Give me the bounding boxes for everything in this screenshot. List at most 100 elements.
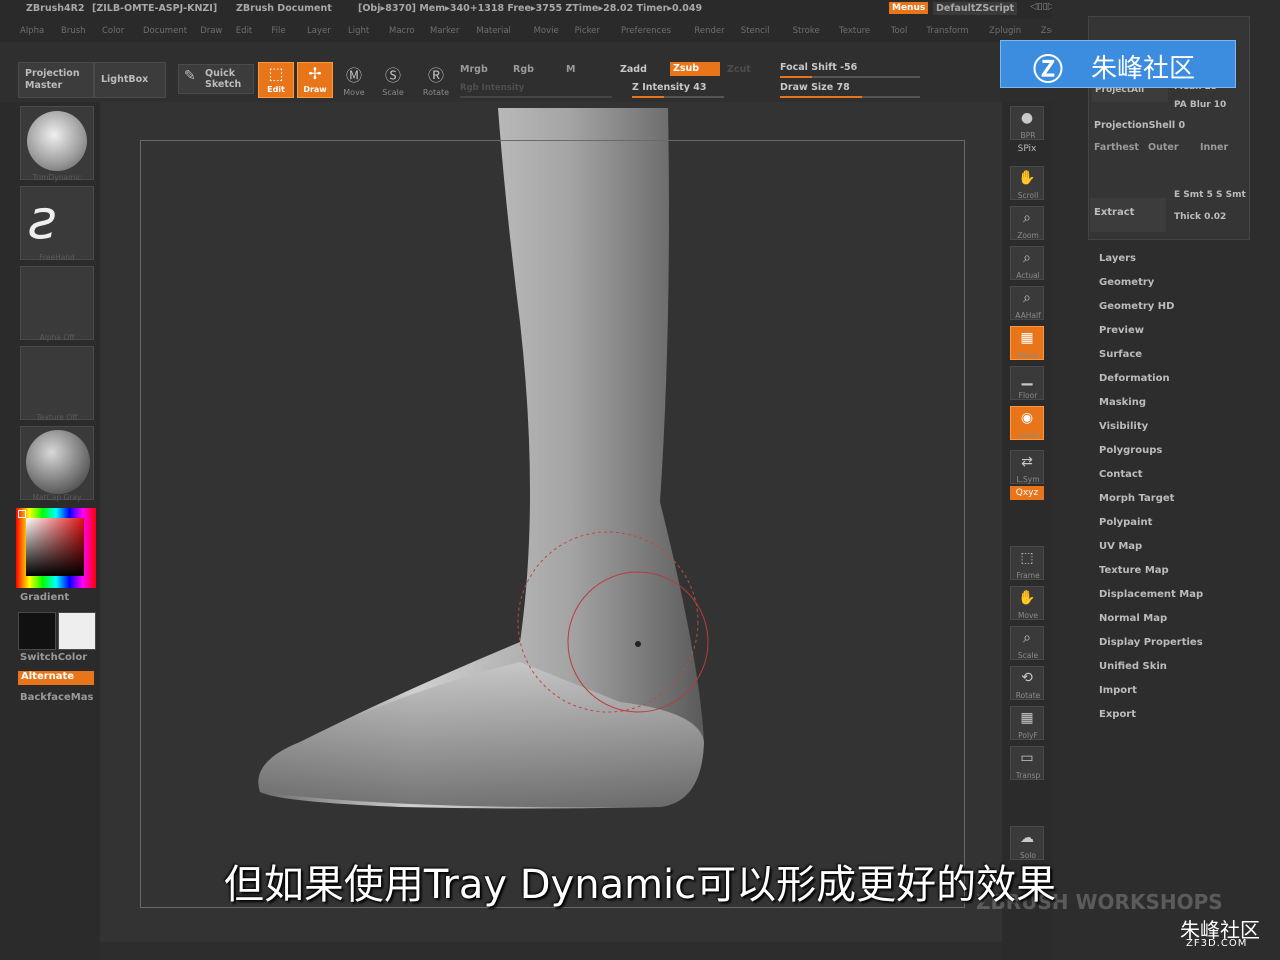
shelf-move-button[interactable]: ✋ Move [1010,586,1044,620]
stroke-selector[interactable]: ꙅ [20,186,94,260]
menu-item-render[interactable]: Render [694,26,724,36]
shelf-transp-button[interactable]: ▭ Transp [1010,746,1044,780]
lightbox-button[interactable]: LightBox [94,62,166,98]
color-picker[interactable] [16,508,96,588]
menu-item-stencil[interactable]: Stencil [741,26,770,36]
shelf-zoom-button[interactable]: ⌕ Zoom [1010,206,1044,240]
shelf-spix-button[interactable]: SPix [1010,142,1044,156]
s-smt-slider[interactable]: S Smt [1216,190,1246,200]
shelf-floor-button[interactable]: ▁ Floor [1010,366,1044,400]
alpha-selector[interactable] [20,266,94,340]
quick-sketch-button[interactable]: ✎ Quick Sketch [178,64,254,94]
shelf-actual-button[interactable]: ⌕ Actual [1010,246,1044,280]
color-saturation-square[interactable] [26,518,84,576]
menu-item-marker[interactable]: Marker [430,26,459,36]
menu-item-texture[interactable]: Texture [839,26,870,36]
menu-item-stroke[interactable]: Stroke [793,26,820,36]
panel-section-layers[interactable]: Layers [1099,253,1136,264]
m-button[interactable]: M [566,64,575,75]
shelf-lsym-button[interactable]: ⇄ L.Sym [1010,450,1044,484]
shelf-frame-button[interactable]: ⬚ Frame [1010,546,1044,580]
menu-item-material[interactable]: Material [476,26,511,36]
thick-slider[interactable]: Thick 0.02 [1174,212,1226,222]
draw-size-slider[interactable]: Draw Size 78 [780,82,920,100]
script-button[interactable]: DefaultZScript [933,2,1018,15]
menu-item-layer[interactable]: Layer [307,26,331,36]
panel-section-import[interactable]: Import [1099,685,1137,696]
alternate-button[interactable]: Alternate [18,671,94,685]
inner-button[interactable]: Inner [1200,142,1228,153]
menu-item-color[interactable]: Color [102,26,124,36]
extract-button[interactable]: Extract [1090,198,1166,232]
shelf-bpr-button[interactable]: ● BPR [1010,106,1044,140]
panel-section-deformation[interactable]: Deformation [1099,373,1170,384]
panel-section-uv-map[interactable]: UV Map [1099,541,1142,552]
panel-section-visibility[interactable]: Visibility [1099,421,1148,432]
texture-selector[interactable] [20,346,94,420]
material-selector[interactable] [20,426,94,500]
menu-item-tool[interactable]: Tool [891,26,908,36]
menu-item-edit[interactable]: Edit [236,26,252,36]
menus-button[interactable]: Menus [889,2,929,14]
menu-item-macro[interactable]: Macro [389,26,415,36]
menu-item-picker[interactable]: Picker [575,26,600,36]
menu-item-draw[interactable]: Draw [200,26,222,36]
panel-section-polypaint[interactable]: Polypaint [1099,517,1152,528]
rgb-intensity-slider[interactable]: Rgb Intensity [460,83,524,93]
draw-button[interactable]: ✢ Draw [297,62,333,98]
menu-item-brush[interactable]: Brush [61,26,86,36]
panel-section-display-properties[interactable]: Display Properties [1099,637,1203,648]
panel-section-morph-target[interactable]: Morph Target [1099,493,1174,504]
gradient-label[interactable]: Gradient [20,592,69,603]
menu-item-file[interactable]: File [271,26,285,36]
zcut-button[interactable]: Zcut [727,64,751,75]
menu-item-zplugin[interactable]: Zplugin [989,26,1021,36]
menu-item-transform[interactable]: Transform [926,26,968,36]
shelf-local-button[interactable]: ◉ Local [1010,406,1044,440]
projection-shell-slider[interactable]: ProjectionShell 0 [1094,120,1185,131]
shelf-polyf-button[interactable]: ▦ PolyF [1010,706,1044,740]
zsub-button[interactable]: Zsub [670,62,720,76]
shelf-scale-button[interactable]: ⌕ Scale [1010,626,1044,660]
projection-master-button[interactable]: Projection Master [18,62,94,98]
panel-section-geometry-hd[interactable]: Geometry HD [1099,301,1174,312]
shelf-aahalf-button[interactable]: ⌕ AAHalf [1010,286,1044,320]
menu-item-movie[interactable]: Movie [534,26,559,36]
shelf-persp-button[interactable]: ▦ Persp [1010,326,1044,360]
panel-section-texture-map[interactable]: Texture Map [1099,565,1169,576]
panel-section-unified-skin[interactable]: Unified Skin [1099,661,1167,672]
panel-section-preview[interactable]: Preview [1099,325,1144,336]
rotate-tool-button[interactable]: Ⓡ Rotate [418,64,454,104]
shelf-rotate-button[interactable]: ⟲ Rotate [1010,666,1044,700]
main-color-swatch[interactable] [18,612,56,650]
shelf-xyz-button[interactable]: Qxyz [1010,486,1044,500]
menu-item-light[interactable]: Light [348,26,369,36]
shelf-scroll-button[interactable]: ✋ Scroll [1010,166,1044,200]
menu-item-alpha[interactable]: Alpha [20,26,44,36]
secondary-color-swatch[interactable] [58,612,96,650]
scale-tool-button[interactable]: Ⓢ Scale [375,64,411,104]
backface-mask-button[interactable]: BackfaceMas [20,692,93,703]
panel-section-contact[interactable]: Contact [1099,469,1143,480]
panel-section-polygroups[interactable]: Polygroups [1099,445,1162,456]
farthest-button[interactable]: Farthest [1094,142,1139,153]
panel-section-masking[interactable]: Masking [1099,397,1146,408]
edit-button[interactable]: ⬚ Edit [258,62,294,98]
zadd-button[interactable]: Zadd [620,64,647,75]
move-tool-button[interactable]: Ⓜ Move [336,64,372,104]
panel-section-normal-map[interactable]: Normal Map [1099,613,1167,624]
mrgb-button[interactable]: Mrgb [460,64,488,75]
switch-color-button[interactable]: SwitchColor [20,652,87,663]
menu-item-document[interactable]: Document [143,26,187,36]
focal-shift-slider[interactable]: Focal Shift -56 [780,62,920,80]
brush-selector[interactable] [20,106,94,180]
panel-section-export[interactable]: Export [1099,709,1136,720]
pa-blur-slider[interactable]: PA Blur 10 [1174,100,1226,110]
panel-section-displacement-map[interactable]: Displacement Map [1099,589,1203,600]
outer-button[interactable]: Outer [1148,142,1179,153]
panel-section-geometry[interactable]: Geometry [1099,277,1154,288]
z-intensity-slider[interactable]: Z Intensity 43 [632,82,724,100]
panel-section-surface[interactable]: Surface [1099,349,1142,360]
e-smt-slider[interactable]: E Smt 5 [1174,190,1213,200]
menu-item-preferences[interactable]: Preferences [621,26,671,36]
